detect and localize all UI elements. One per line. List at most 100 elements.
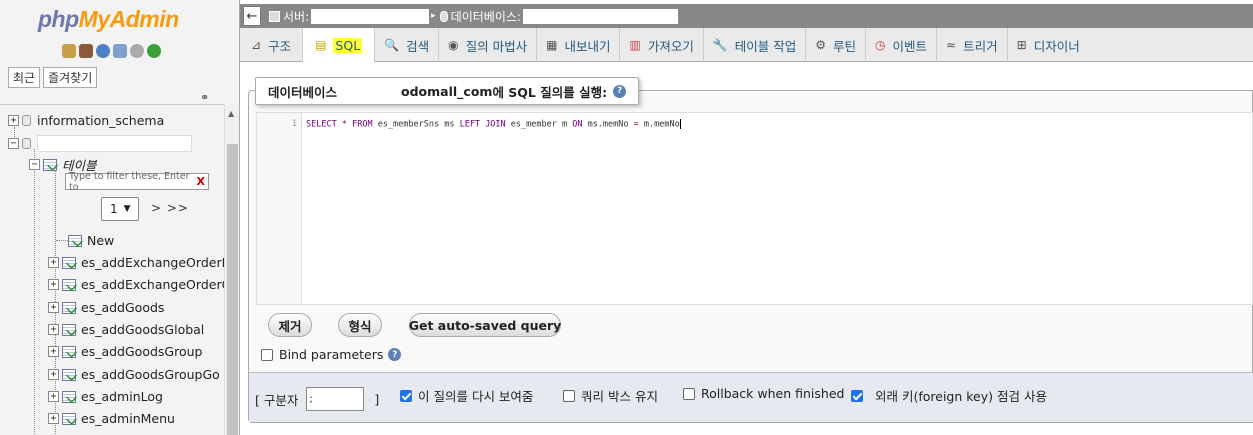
expand-icon[interactable]: + — [48, 390, 59, 402]
breadcrumb-separator-icon: ▸ — [431, 11, 436, 21]
expand-icon[interactable]: + — [48, 301, 59, 313]
server-name-redacted — [311, 8, 430, 24]
main-panel: ← 서버: ▸ 데이터베이스: ⊿ 구조 ▤ SQL 🔍 검색 ◉ 질의 마법사 — [240, 0, 1253, 435]
tree-item-table[interactable]: + es_addGoodsGroup — [48, 341, 202, 361]
tab-events[interactable]: ◷ 이벤트 — [866, 28, 938, 62]
phpmyadmin-logo[interactable]: phpMyAdmin — [38, 6, 179, 33]
sql-query-text[interactable]: SELECT * FROM es_memberSns ms LEFT JOIN … — [306, 119, 681, 130]
expand-icon[interactable]: + — [48, 323, 59, 335]
favorites-tab[interactable]: 즐겨찾기 — [43, 67, 98, 88]
quick-icons — [62, 44, 161, 58]
tab-query-wizard[interactable]: ◉ 질의 마법사 — [439, 28, 538, 62]
delimiter-option: [ 구분자 ; ] — [255, 387, 379, 411]
get-auto-saved-query-button[interactable]: Get auto-saved query — [409, 313, 561, 337]
clear-filter-icon[interactable]: X — [197, 175, 205, 188]
sql-panel-legend: 데이터베이스 odomall_com 에 SQL 질의를 실행: ? — [255, 77, 640, 105]
tree-item-table[interactable]: + es_addGoods — [48, 297, 164, 317]
tables-group-icon — [43, 158, 57, 171]
table-icon — [62, 323, 76, 336]
rollback-checkbox[interactable] — [683, 387, 695, 400]
tab-import[interactable]: ▥ 가져오기 — [620, 28, 704, 62]
breadcrumb-server[interactable]: 서버: — [269, 8, 430, 25]
expand-icon[interactable]: + — [48, 412, 59, 424]
events-icon: ◷ — [875, 38, 886, 52]
table-icon — [62, 412, 76, 425]
page-select[interactable]: 1 ▼ — [101, 197, 139, 221]
nav-scrollbar[interactable]: ▲ — [224, 104, 239, 435]
expand-icon[interactable]: + — [48, 368, 59, 380]
sql-query-editor[interactable]: 1 SELECT * FROM es_memberSns ms LEFT JOI… — [256, 112, 1253, 305]
expand-icon[interactable]: + — [48, 256, 59, 268]
rollback-option[interactable]: Rollback when finished — [683, 386, 844, 401]
database-icon — [22, 114, 31, 126]
nav-tabs: 최근 즐겨찾기 — [8, 67, 98, 88]
tree-item-table[interactable]: + es_adminLog — [48, 386, 163, 406]
foreign-key-check-checkbox[interactable] — [851, 389, 863, 402]
tree-item-information-schema[interactable]: + information_schema — [8, 110, 164, 130]
retain-query-box-option[interactable]: 쿼리 박스 유지 — [563, 386, 658, 405]
expand-icon[interactable]: + — [48, 278, 59, 290]
tree-item-table[interactable]: + es_addGoodsGroupGo — [48, 364, 220, 384]
help-icon[interactable]: ? — [388, 348, 402, 361]
scroll-thumb[interactable] — [227, 144, 238, 435]
tree-item-current-database[interactable]: − — [8, 133, 192, 153]
query-icon: ◉ — [448, 38, 459, 52]
collapse-icon[interactable]: − — [8, 137, 19, 149]
tab-export[interactable]: ▦ 내보내기 — [537, 28, 621, 62]
triggers-icon: ≈ — [946, 38, 957, 52]
table-filter-input[interactable]: Type to filter these, Enter to X — [65, 171, 209, 193]
tab-routines[interactable]: ⚙ 루틴 — [806, 28, 867, 62]
import-icon: ▥ — [629, 38, 641, 52]
help-docs-icon[interactable] — [96, 44, 110, 58]
foreign-key-check-option[interactable]: 외래 키(foreign key) 점검 사용 — [851, 386, 1047, 405]
tab-triggers[interactable]: ≈ 트리거 — [937, 28, 1008, 62]
tree-item-table[interactable]: + es_addExchangeOrderG — [48, 274, 231, 294]
show-query-again-option[interactable]: 이 질의를 다시 보여줌 — [400, 386, 533, 405]
tree-item-table[interactable]: + es_addGoodsGlobal — [48, 319, 204, 339]
home-icon[interactable] — [62, 44, 76, 58]
server-icon — [269, 10, 280, 22]
next-page-links[interactable]: > >> — [151, 201, 189, 215]
text-cursor — [679, 119, 681, 129]
settings-gear-icon[interactable] — [130, 44, 144, 58]
table-icon — [62, 390, 76, 403]
database-icon — [22, 137, 31, 149]
logout-icon[interactable] — [79, 44, 93, 58]
database-name-redacted — [37, 134, 192, 152]
clear-button[interactable]: 제거 — [268, 313, 312, 337]
designer-icon: ⊞ — [1016, 38, 1027, 52]
tree-item-new-table[interactable]: New — [68, 230, 114, 250]
documentation-icon[interactable] — [113, 44, 127, 58]
help-icon[interactable]: ? — [613, 84, 627, 98]
show-query-again-checkbox[interactable] — [400, 389, 412, 402]
reload-icon[interactable] — [147, 44, 161, 58]
tab-sql[interactable]: ▤ SQL — [303, 28, 376, 62]
expand-icon[interactable]: + — [48, 345, 59, 357]
table-icon — [62, 368, 76, 381]
delimiter-input[interactable]: ; — [306, 387, 365, 411]
breadcrumb-database[interactable]: 데이터베이스: — [439, 8, 678, 25]
tree-item-table[interactable]: + es_addExchangeOrderI — [48, 252, 225, 272]
scroll-up-icon[interactable]: ▲ — [228, 109, 234, 118]
link-with-main-icon[interactable]: ⚭ — [200, 91, 209, 104]
tab-designer[interactable]: ⊞ 디자이너 — [1008, 28, 1089, 62]
collapse-icon[interactable]: − — [29, 158, 40, 170]
database-icon — [439, 10, 448, 22]
table-icon — [62, 278, 76, 291]
top-tabs: ⊿ 구조 ▤ SQL 🔍 검색 ◉ 질의 마법사 ▦ 내보내기 ▥ 가져오기 🔧… — [240, 28, 1253, 62]
export-icon: ▦ — [546, 38, 558, 52]
database-name-redacted — [522, 8, 678, 24]
retain-query-box-checkbox[interactable] — [563, 389, 575, 402]
sql-icon: ▤ — [315, 38, 327, 52]
tree-item-table[interactable]: + es_adminMenu — [48, 408, 175, 428]
query-options-bar: [ 구분자 ; ] 이 질의를 다시 보여줌 쿼리 박스 유지 Rollback… — [249, 372, 1253, 422]
recent-tab[interactable]: 최근 — [8, 67, 41, 88]
bind-parameters-option[interactable]: Bind parameters ? — [261, 347, 402, 362]
tab-operations[interactable]: 🔧 테이블 작업 — [704, 28, 807, 62]
bind-parameters-checkbox[interactable] — [261, 348, 273, 361]
back-button[interactable]: ← — [243, 6, 261, 26]
tab-structure[interactable]: ⊿ 구조 — [240, 28, 304, 62]
format-button[interactable]: 형식 — [338, 313, 382, 337]
tab-search[interactable]: 🔍 검색 — [375, 28, 440, 62]
expand-icon[interactable]: + — [8, 114, 19, 126]
